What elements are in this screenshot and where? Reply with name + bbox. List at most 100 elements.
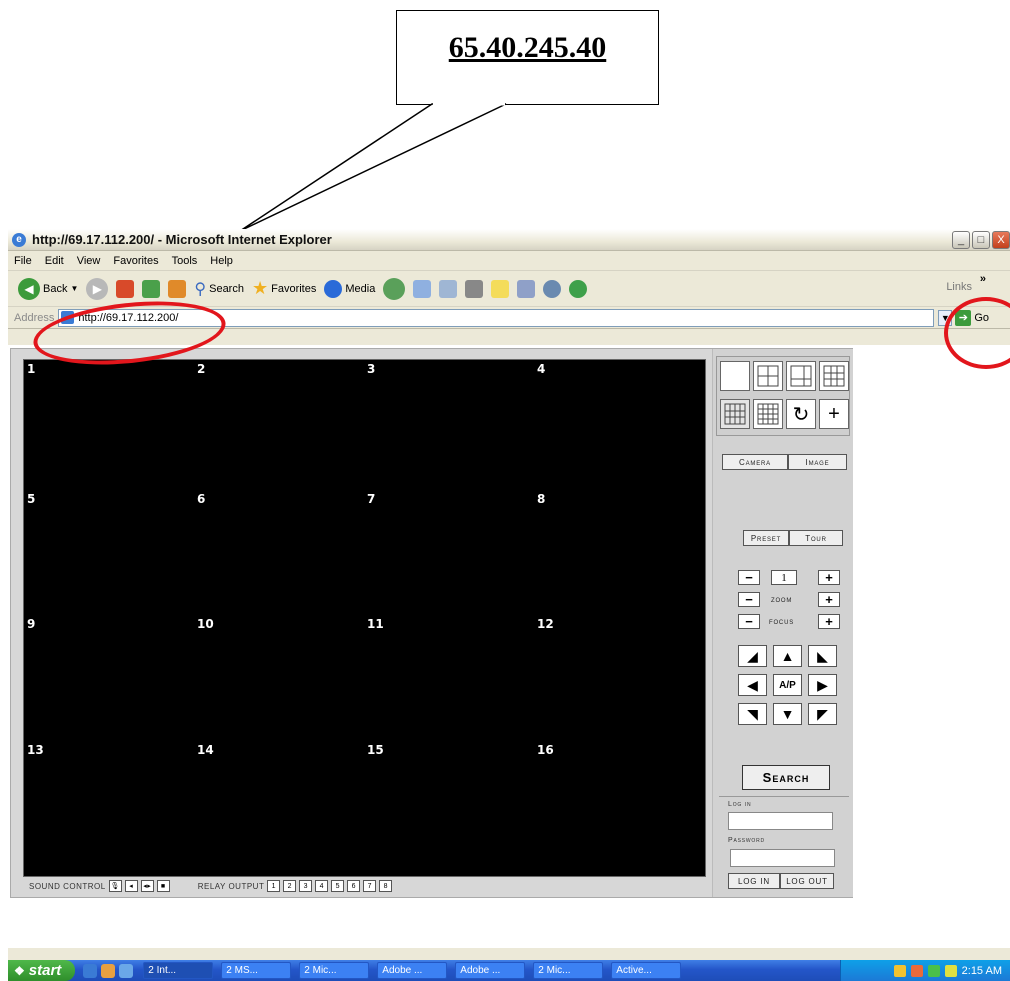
preset-button[interactable]: Preset: [743, 530, 789, 546]
relay-button[interactable]: 7: [363, 880, 377, 892]
layout-1x1-icon[interactable]: [720, 361, 750, 391]
channel-label[interactable]: 15: [367, 743, 384, 757]
links-label[interactable]: Links: [946, 281, 972, 293]
minimize-button[interactable]: _: [952, 231, 970, 249]
speaker-both-icon[interactable]: ◂▸: [140, 880, 154, 892]
taskbar-item[interactable]: Adobe ...: [377, 962, 448, 979]
taskbar-item[interactable]: Active...: [611, 962, 682, 979]
channel-label[interactable]: 13: [27, 743, 44, 757]
media-button[interactable]: Media: [324, 279, 375, 298]
layout-1plus5-icon[interactable]: [786, 361, 816, 391]
home-icon[interactable]: [168, 279, 187, 298]
taskbar-item[interactable]: 2 Mic...: [533, 962, 604, 979]
browser-quick-icon[interactable]: [119, 963, 134, 978]
search-button[interactable]: ⚲ Search: [194, 279, 244, 299]
relay-button[interactable]: 3: [299, 880, 313, 892]
taskbar-item[interactable]: Adobe ...: [455, 962, 526, 979]
login-button[interactable]: LOG IN: [728, 873, 780, 889]
ptz-up-left-icon[interactable]: ◢: [738, 645, 767, 667]
layout-2x2-icon[interactable]: [753, 361, 783, 391]
back-button[interactable]: ◀ Back ▼: [18, 277, 78, 300]
ie-quick-icon[interactable]: [83, 963, 98, 978]
channel-label[interactable]: 3: [367, 362, 375, 376]
zoom-in-button[interactable]: +: [818, 592, 840, 607]
forward-arrow-icon[interactable]: ▶: [86, 277, 109, 300]
channel-label[interactable]: 12: [537, 617, 554, 631]
ptz-right-icon[interactable]: ▶: [808, 674, 837, 696]
channel-label[interactable]: 6: [197, 492, 205, 506]
menu-edit[interactable]: Edit: [45, 255, 64, 267]
layout-4x4-icon[interactable]: [753, 399, 783, 429]
camera-button[interactable]: Camera: [722, 454, 788, 470]
edit-icon[interactable]: [465, 279, 484, 298]
relay-button[interactable]: 2: [283, 880, 297, 892]
chevron-more-icon[interactable]: »: [980, 273, 986, 285]
tray-icon[interactable]: [944, 964, 957, 977]
taskbar-item[interactable]: 2 MS...: [221, 962, 292, 979]
channel-label[interactable]: 5: [27, 492, 35, 506]
relay-button[interactable]: 5: [331, 880, 345, 892]
ptz-up-icon[interactable]: ▲: [773, 645, 802, 667]
tray-icon[interactable]: [893, 964, 906, 977]
notes-icon[interactable]: [491, 279, 510, 298]
channel-label[interactable]: 11: [367, 617, 384, 631]
relay-button[interactable]: 1: [267, 880, 281, 892]
close-button[interactable]: X: [992, 231, 1010, 249]
menu-tools[interactable]: Tools: [172, 255, 198, 267]
zoom-out-button[interactable]: −: [738, 592, 760, 607]
history-icon[interactable]: [383, 277, 406, 300]
relay-button[interactable]: 6: [347, 880, 361, 892]
research-icon[interactable]: [517, 279, 536, 298]
favorites-button[interactable]: ★ Favorites: [252, 278, 316, 299]
logout-button[interactable]: LOG OUT: [780, 873, 834, 889]
layout-4x3-icon[interactable]: [720, 399, 750, 429]
menu-view[interactable]: View: [77, 255, 101, 267]
channel-label[interactable]: 2: [197, 362, 205, 376]
messenger-people-icon[interactable]: [569, 279, 588, 298]
channel-label[interactable]: 14: [197, 743, 214, 757]
ptz-down-icon[interactable]: ▼: [773, 703, 802, 725]
speaker-left-icon[interactable]: ◂: [124, 880, 138, 892]
channel-label[interactable]: 9: [27, 617, 35, 631]
print-icon[interactable]: [439, 279, 458, 298]
tray-icon[interactable]: [927, 964, 940, 977]
video-grid[interactable]: 1 2 3 4 5 6 7 8 9 10 11 12 13 14 15 16: [23, 359, 706, 877]
mail-icon[interactable]: [413, 279, 432, 298]
search-button[interactable]: Search: [742, 765, 830, 790]
password-input[interactable]: [730, 849, 835, 867]
preset-minus-button[interactable]: −: [738, 570, 760, 585]
messenger-bubble-icon[interactable]: [543, 279, 562, 298]
preset-plus-button[interactable]: +: [818, 570, 840, 585]
ptz-down-right-icon[interactable]: ◤: [808, 703, 837, 725]
menu-help[interactable]: Help: [210, 255, 233, 267]
stop-audio-icon[interactable]: ■: [156, 880, 170, 892]
image-button[interactable]: Image: [788, 454, 847, 470]
address-input[interactable]: http://69.17.112.200/: [58, 308, 935, 327]
channel-label[interactable]: 1: [27, 362, 35, 376]
add-icon[interactable]: +: [819, 399, 849, 429]
channel-label[interactable]: 7: [367, 492, 375, 506]
taskbar-item[interactable]: 2 Int...: [143, 962, 214, 979]
microphone-icon[interactable]: 🎙: [108, 880, 122, 892]
ptz-left-icon[interactable]: ◀: [738, 674, 767, 696]
clock-quick-icon[interactable]: [101, 963, 116, 978]
ptz-down-left-icon[interactable]: ◥: [738, 703, 767, 725]
layout-3x3-icon[interactable]: [819, 361, 849, 391]
sequence-rotate-icon[interactable]: ↻: [786, 399, 816, 429]
stop-icon[interactable]: [116, 279, 135, 298]
channel-label[interactable]: 10: [197, 617, 214, 631]
menu-favorites[interactable]: Favorites: [113, 255, 158, 267]
relay-button[interactable]: 4: [315, 880, 329, 892]
address-dropdown-icon[interactable]: ▼: [938, 309, 953, 326]
login-input[interactable]: [728, 812, 833, 830]
menu-file[interactable]: File: [14, 255, 32, 267]
relay-button[interactable]: 8: [379, 880, 393, 892]
ptz-up-right-icon[interactable]: ◣: [808, 645, 837, 667]
clock[interactable]: 2:15 AM: [962, 965, 1002, 977]
ptz-auto-pan-button[interactable]: A/P: [773, 674, 802, 696]
channel-label[interactable]: 4: [537, 362, 545, 376]
channel-label[interactable]: 16: [537, 743, 554, 757]
channel-label[interactable]: 8: [537, 492, 545, 506]
taskbar-item[interactable]: 2 Mic...: [299, 962, 370, 979]
restore-button[interactable]: □: [972, 231, 990, 249]
